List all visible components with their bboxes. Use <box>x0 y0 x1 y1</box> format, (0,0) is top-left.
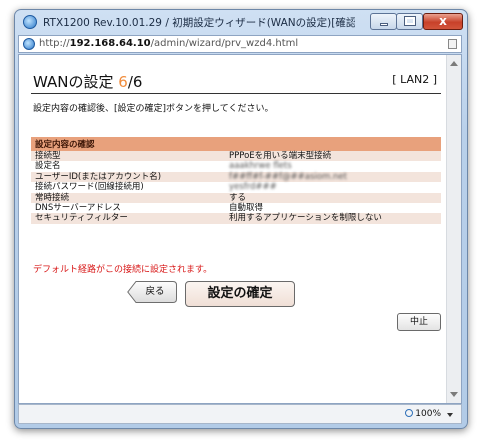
row-value: aaakhrwe flets <box>225 161 441 171</box>
browser-app-icon <box>23 15 37 29</box>
page-title-text: WANの設定 <box>33 73 119 91</box>
page-content: WANの設定 6/6 [ LAN2 ] 設定内容の確認後、[設定の確定]ボタンを… <box>18 54 462 404</box>
step-total: /6 <box>127 73 143 91</box>
zoom-icon <box>405 409 414 417</box>
back-button[interactable]: 戻る <box>127 281 177 303</box>
row-value: 利用するアプリケーションを制限しない <box>225 213 441 224</box>
row-key: 接続型 <box>31 151 225 162</box>
title-bar[interactable]: RTX1200 Rev.10.01.29 / 初期設定ウィザード(WANの設定)… <box>15 10 467 34</box>
blurred-value: yesfrd### <box>229 182 277 193</box>
table-row: ユーザーID(またはアカウント名) f##ff#f-##f@##asiom.ne… <box>31 171 441 183</box>
zoom-level: 100% <box>415 409 441 419</box>
url-host: 192.168.64.10 <box>69 38 151 49</box>
address-bar[interactable]: http://192.168.64.10/admin/wizard/prv_wz… <box>18 35 462 53</box>
page-title: WANの設定 6/6 <box>33 71 142 92</box>
cancel-button[interactable]: 中止 <box>397 313 441 331</box>
blurred-value: f##ff#f-##f@##asiom.net <box>229 171 347 182</box>
default-route-warning: デフォルト経路がこの接続に設定されます。 <box>33 265 213 275</box>
confirm-settings-button[interactable]: 設定の確定 <box>185 281 295 307</box>
url-prefix: http:// <box>39 38 70 49</box>
vertical-scrollbar[interactable] <box>446 55 461 403</box>
zoom-control[interactable]: 100% <box>405 409 441 419</box>
config-table-header: 設定内容の確認 <box>31 137 441 151</box>
row-key: ユーザーID(またはアカウント名) <box>31 171 225 183</box>
page-favicon-icon <box>23 38 35 50</box>
maximize-button[interactable] <box>396 13 423 30</box>
close-button[interactable]: x <box>423 13 463 30</box>
table-row: 接続パスワード(回線接続用) yesfrd### <box>31 182 441 192</box>
scroll-down-icon[interactable] <box>450 392 458 397</box>
config-summary-table: 設定内容の確認 接続型 PPPoEを用いる端末型接続 設定名 aaakhrwe … <box>31 137 441 224</box>
row-value: する <box>225 192 441 204</box>
minimize-button[interactable] <box>370 13 397 30</box>
row-key: 常時接続 <box>31 192 225 204</box>
row-key: セキュリティフィルター <box>31 213 225 224</box>
row-key: 設定名 <box>35 161 61 172</box>
table-row: セキュリティフィルター 利用するアプリケーションを制限しない <box>31 213 441 224</box>
row-value: f##ff#f-##f@##asiom.net <box>225 171 441 183</box>
back-button-label: 戻る <box>145 286 165 297</box>
browser-window: RTX1200 Rev.10.01.29 / 初期設定ウィザード(WANの設定)… <box>14 9 468 429</box>
page-icon <box>448 39 457 49</box>
lan-label: [ LAN2 ] <box>392 73 437 86</box>
blurred-value: aaakhrwe flets <box>229 161 292 172</box>
address-url: http://192.168.64.10/admin/wizard/prv_wz… <box>39 38 298 49</box>
table-row: DNSサーバーアドレス 自動取得 <box>31 203 441 213</box>
table-row: 設定名 aaakhrwe flets <box>31 161 441 171</box>
close-icon: x <box>439 14 447 28</box>
row-value: PPPoEを用いる端末型接続 <box>225 151 441 162</box>
row-value: yesfrd### <box>225 182 441 192</box>
heading-divider <box>31 93 441 94</box>
instruction-text: 設定内容の確認後、[設定の確定]ボタンを押してください。 <box>33 104 274 114</box>
status-bar: 100% <box>18 404 462 424</box>
window-title: RTX1200 Rev.10.01.29 / 初期設定ウィザード(WANの設定)… <box>43 17 355 29</box>
zoom-dropdown-icon[interactable] <box>447 413 453 417</box>
row-value: 自動取得 <box>229 203 264 214</box>
step-current: 6 <box>118 73 128 91</box>
url-path: /admin/wizard/prv_wzd4.html <box>150 38 299 49</box>
row-key: DNSサーバーアドレス <box>35 203 121 214</box>
table-row: 常時接続 する <box>31 192 441 204</box>
table-row: 接続型 PPPoEを用いる端末型接続 <box>31 151 441 162</box>
scroll-up-icon[interactable] <box>450 61 458 66</box>
row-key: 接続パスワード(回線接続用) <box>35 182 144 193</box>
